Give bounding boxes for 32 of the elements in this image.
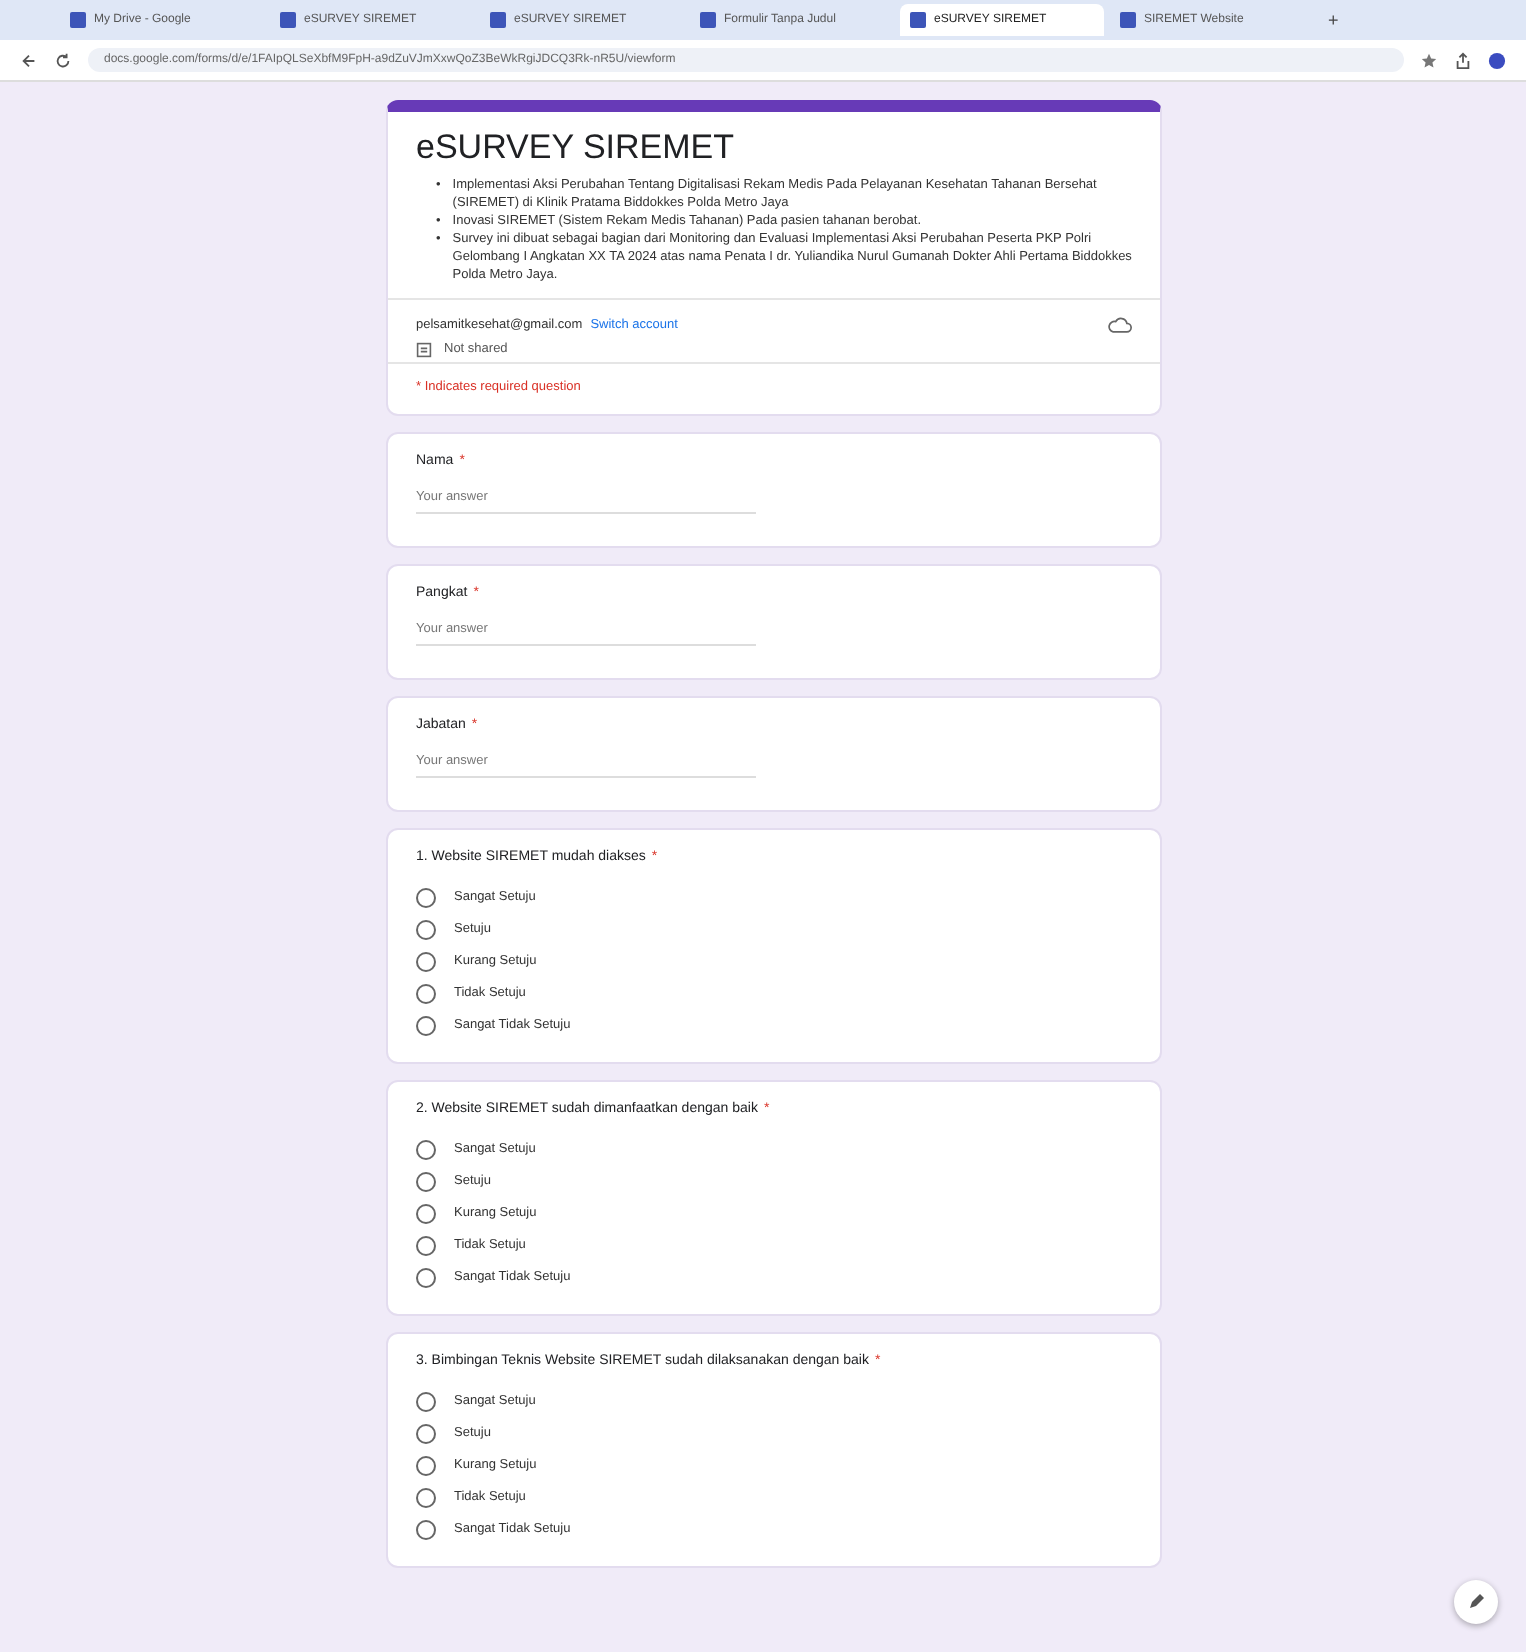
profile-icon[interactable] — [1488, 51, 1506, 69]
document-icon — [416, 341, 432, 358]
radio-button[interactable] — [416, 1267, 436, 1288]
cloud-icon — [1108, 315, 1132, 334]
radio-button[interactable] — [416, 1455, 436, 1476]
radio-button[interactable] — [416, 1391, 436, 1412]
reload-icon[interactable] — [54, 51, 72, 69]
favicon-icon — [700, 12, 716, 28]
favicon-icon — [490, 12, 506, 28]
radio-button[interactable] — [416, 1235, 436, 1256]
star-icon[interactable] — [1420, 51, 1438, 69]
radio-button[interactable] — [416, 1203, 436, 1224]
radio-button[interactable] — [416, 983, 436, 1004]
radio-button[interactable] — [416, 1519, 436, 1540]
favicon-icon — [70, 12, 86, 28]
share-icon[interactable] — [1454, 51, 1472, 69]
radio-button[interactable] — [416, 919, 436, 940]
form-title: eSURVEY SIREMET — [416, 128, 737, 168]
radio-button[interactable] — [416, 951, 436, 972]
radio-button[interactable] — [416, 1015, 436, 1036]
new-tab-button[interactable]: + — [1320, 10, 1347, 30]
radio-button[interactable] — [416, 887, 436, 908]
radio-button[interactable] — [416, 1139, 436, 1160]
radio-button[interactable] — [416, 1171, 436, 1192]
favicon-icon — [1120, 12, 1136, 28]
pencil-icon — [1466, 1592, 1486, 1612]
favicon-icon — [280, 12, 296, 28]
back-arrow-icon[interactable] — [20, 51, 38, 69]
radio-button[interactable] — [416, 1423, 436, 1444]
radio-button[interactable] — [416, 1487, 436, 1508]
edit-button[interactable] — [1454, 1580, 1498, 1624]
favicon-icon — [910, 12, 926, 28]
